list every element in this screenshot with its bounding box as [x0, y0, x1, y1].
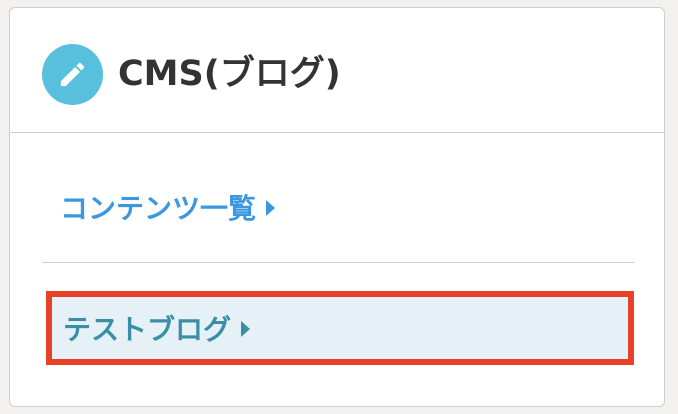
panel-header: CMS(ブログ): [10, 8, 664, 133]
panel-title: CMS(ブログ): [118, 54, 341, 94]
menu-item-label: コンテンツ一覧: [60, 192, 257, 225]
pencil-icon: [42, 44, 103, 105]
caret-right-icon: [241, 321, 251, 337]
menu-item-contents-list[interactable]: コンテンツ一覧: [42, 185, 635, 229]
menu-item-label: テストブログ: [63, 313, 232, 346]
menu-divider: [42, 262, 635, 263]
cms-panel: CMS(ブログ) コンテンツ一覧 テストブログ: [9, 7, 665, 407]
menu-item-test-blog[interactable]: テストブログ: [46, 291, 634, 365]
caret-right-icon: [266, 200, 276, 216]
